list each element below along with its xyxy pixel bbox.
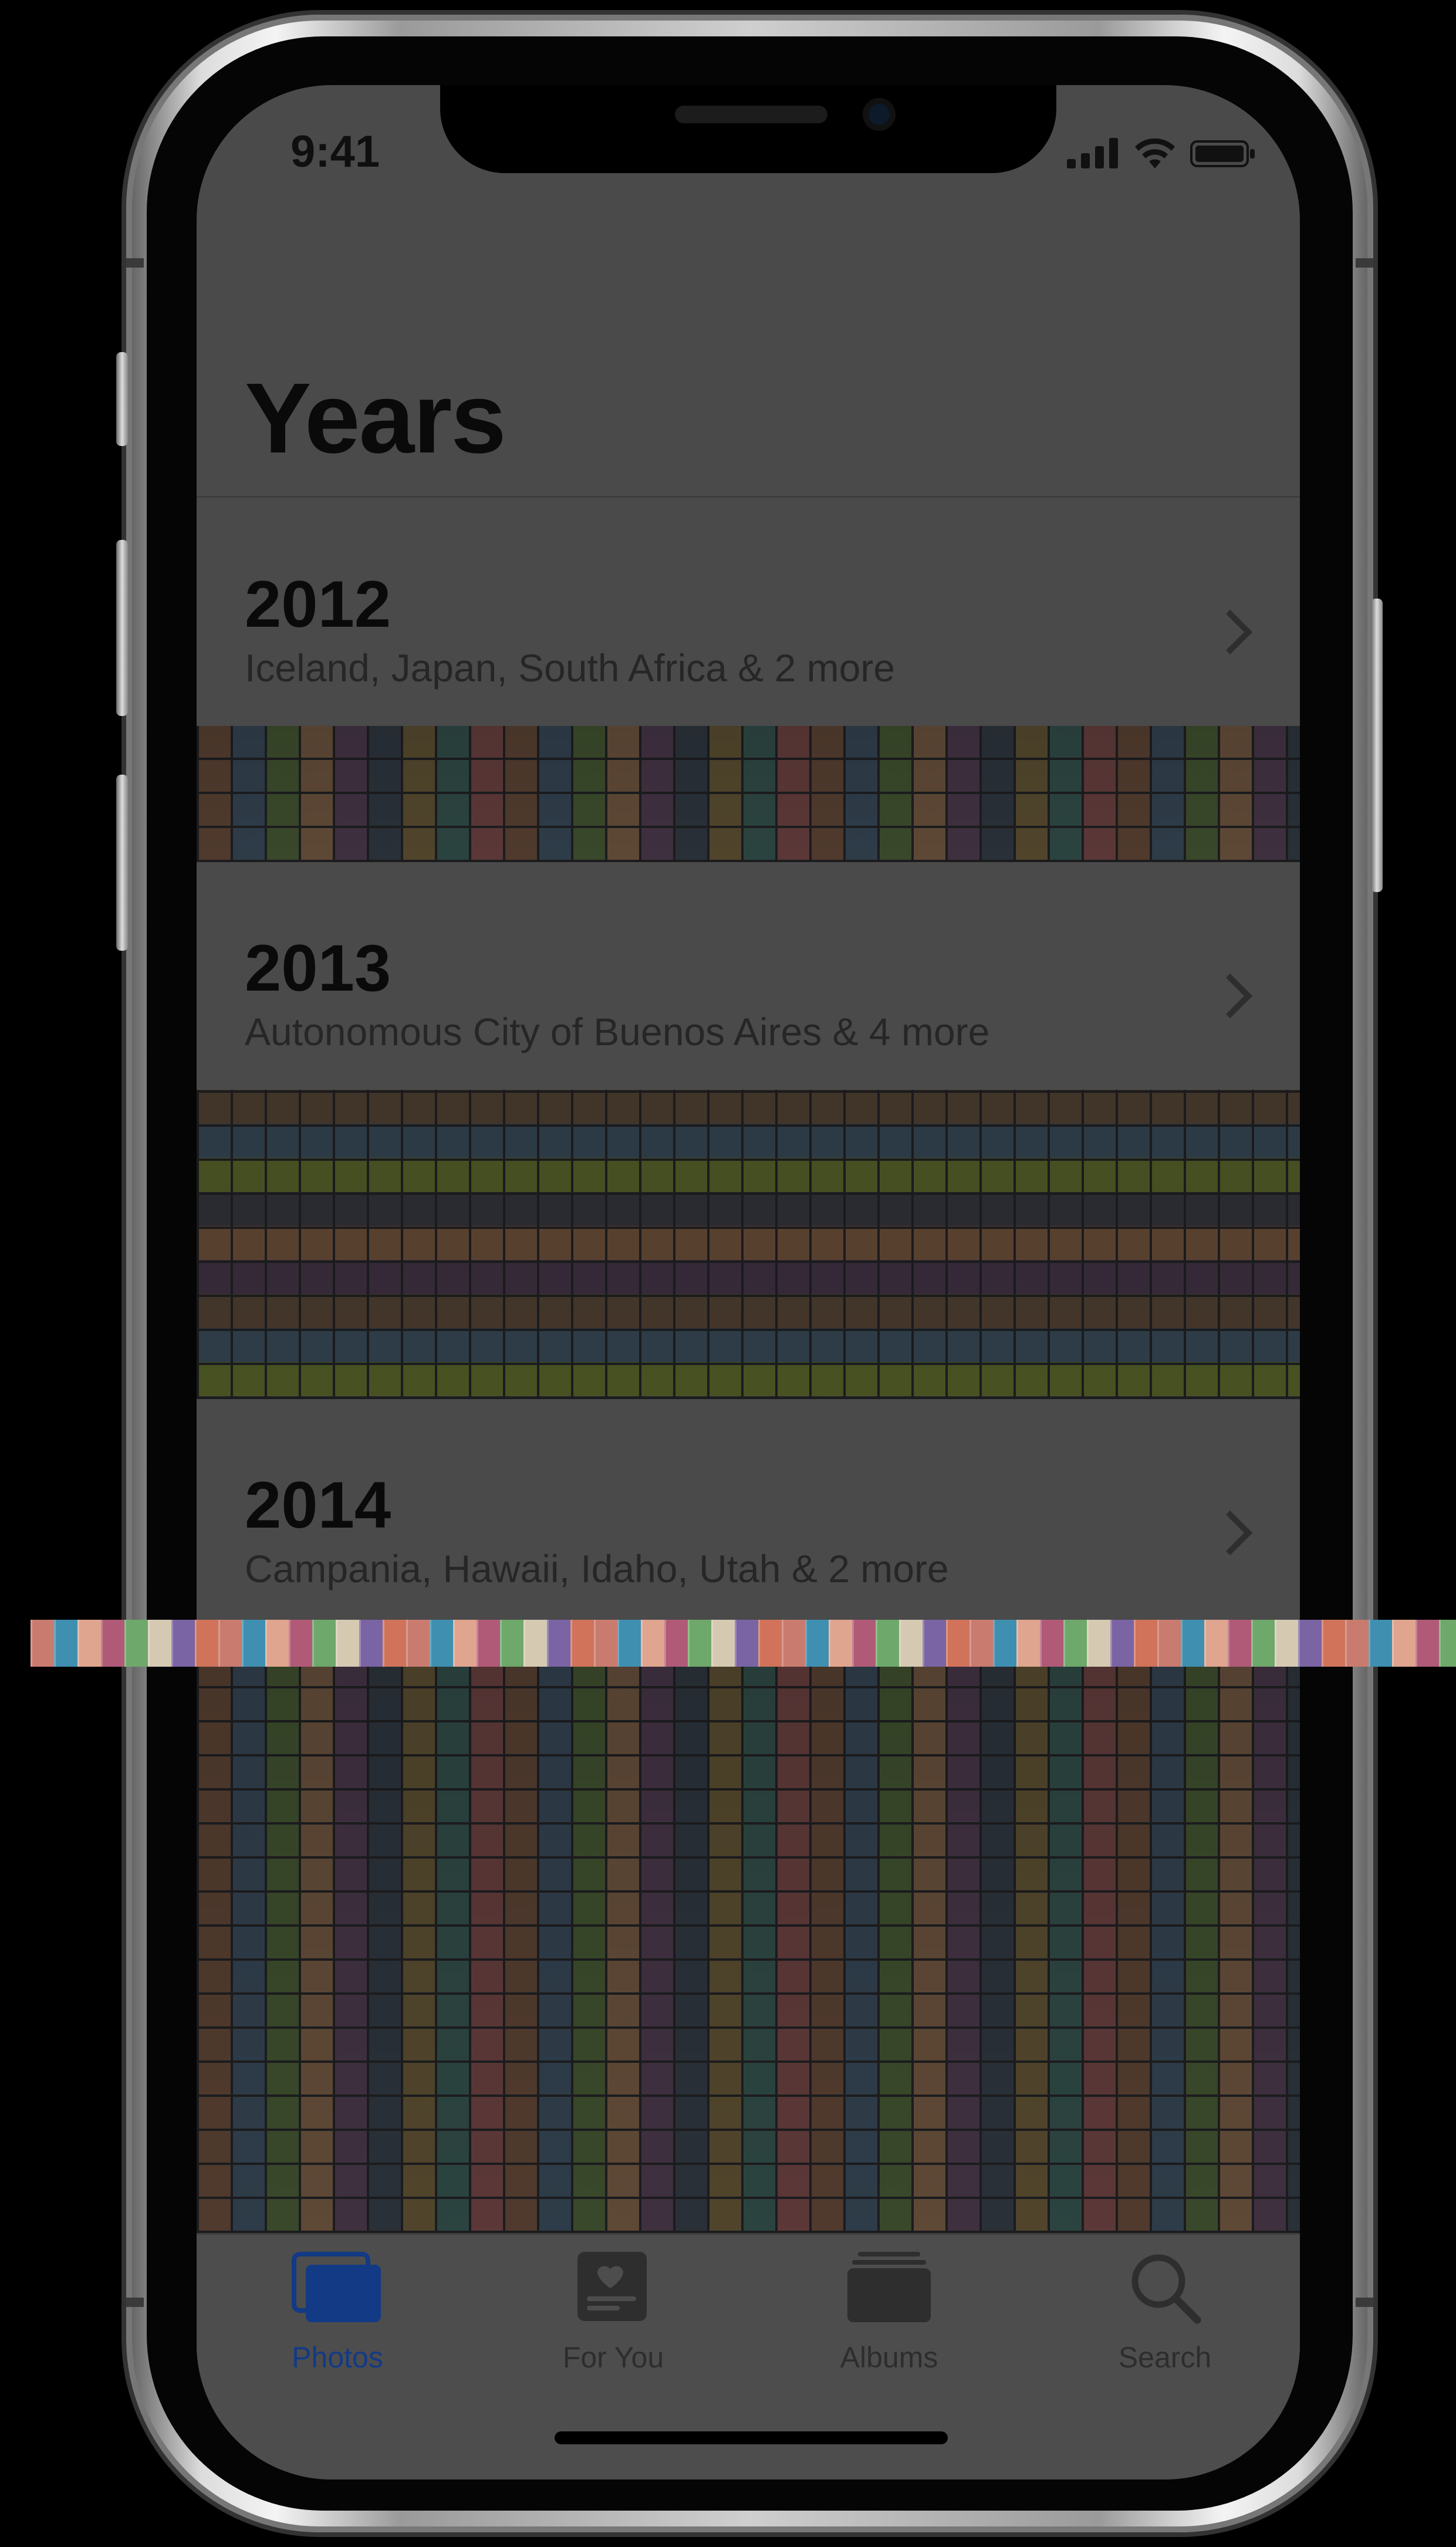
tab-label: Search — [1118, 2341, 1212, 2374]
earpiece-speaker — [675, 106, 827, 123]
antenna-band — [1356, 2298, 1373, 2307]
phone-screen: 9:41 Years 2012 Iceland, Japan, South Af… — [197, 85, 1300, 2480]
battery-icon — [1190, 140, 1255, 167]
header-divider — [197, 496, 1300, 498]
page-title: Years — [245, 363, 506, 474]
mute-switch — [116, 352, 128, 446]
antenna-band — [126, 2298, 144, 2307]
year-locations: Campania, Hawaii, Idaho, Utah & 2 more — [245, 1547, 949, 1590]
status-time: 9:41 — [290, 127, 380, 177]
volume-down-button — [116, 775, 128, 951]
chevron-right-icon — [1207, 609, 1253, 655]
year-title: 2013 — [245, 931, 391, 1005]
home-indicator[interactable] — [555, 2431, 948, 2444]
status-icons — [1067, 138, 1256, 168]
year-title: 2014 — [245, 1468, 391, 1542]
albums-icon — [847, 2252, 931, 2322]
antenna-band — [126, 258, 144, 268]
photo-mosaic[interactable] — [197, 1090, 1300, 1399]
search-icon — [1131, 2254, 1201, 2324]
year-locations: Iceland, Japan, South Africa & 2 more — [245, 646, 895, 690]
photo-mosaic[interactable] — [197, 726, 1300, 862]
power-button — [1371, 599, 1383, 892]
chevron-right-icon — [1207, 973, 1253, 1019]
tab-label: For You — [562, 2341, 664, 2374]
notch — [440, 85, 1056, 173]
chevron-right-icon — [1207, 1510, 1253, 1556]
antenna-band — [1356, 258, 1373, 268]
highlighted-photo-strip[interactable] — [31, 1620, 1456, 1667]
front-camera — [863, 98, 896, 131]
cellular-signal-icon — [1067, 138, 1118, 168]
tab-label: Albums — [840, 2341, 938, 2374]
photo-mosaic[interactable] — [197, 1667, 1300, 2233]
tab-label: Photos — [292, 2341, 383, 2374]
year-locations: Autonomous City of Buenos Aires & 4 more — [245, 1010, 990, 1053]
wifi-icon — [1135, 138, 1175, 168]
for-you-icon — [577, 2252, 647, 2321]
photos-icon — [292, 2252, 381, 2322]
volume-up-button — [116, 540, 128, 716]
year-title: 2012 — [245, 567, 391, 641]
